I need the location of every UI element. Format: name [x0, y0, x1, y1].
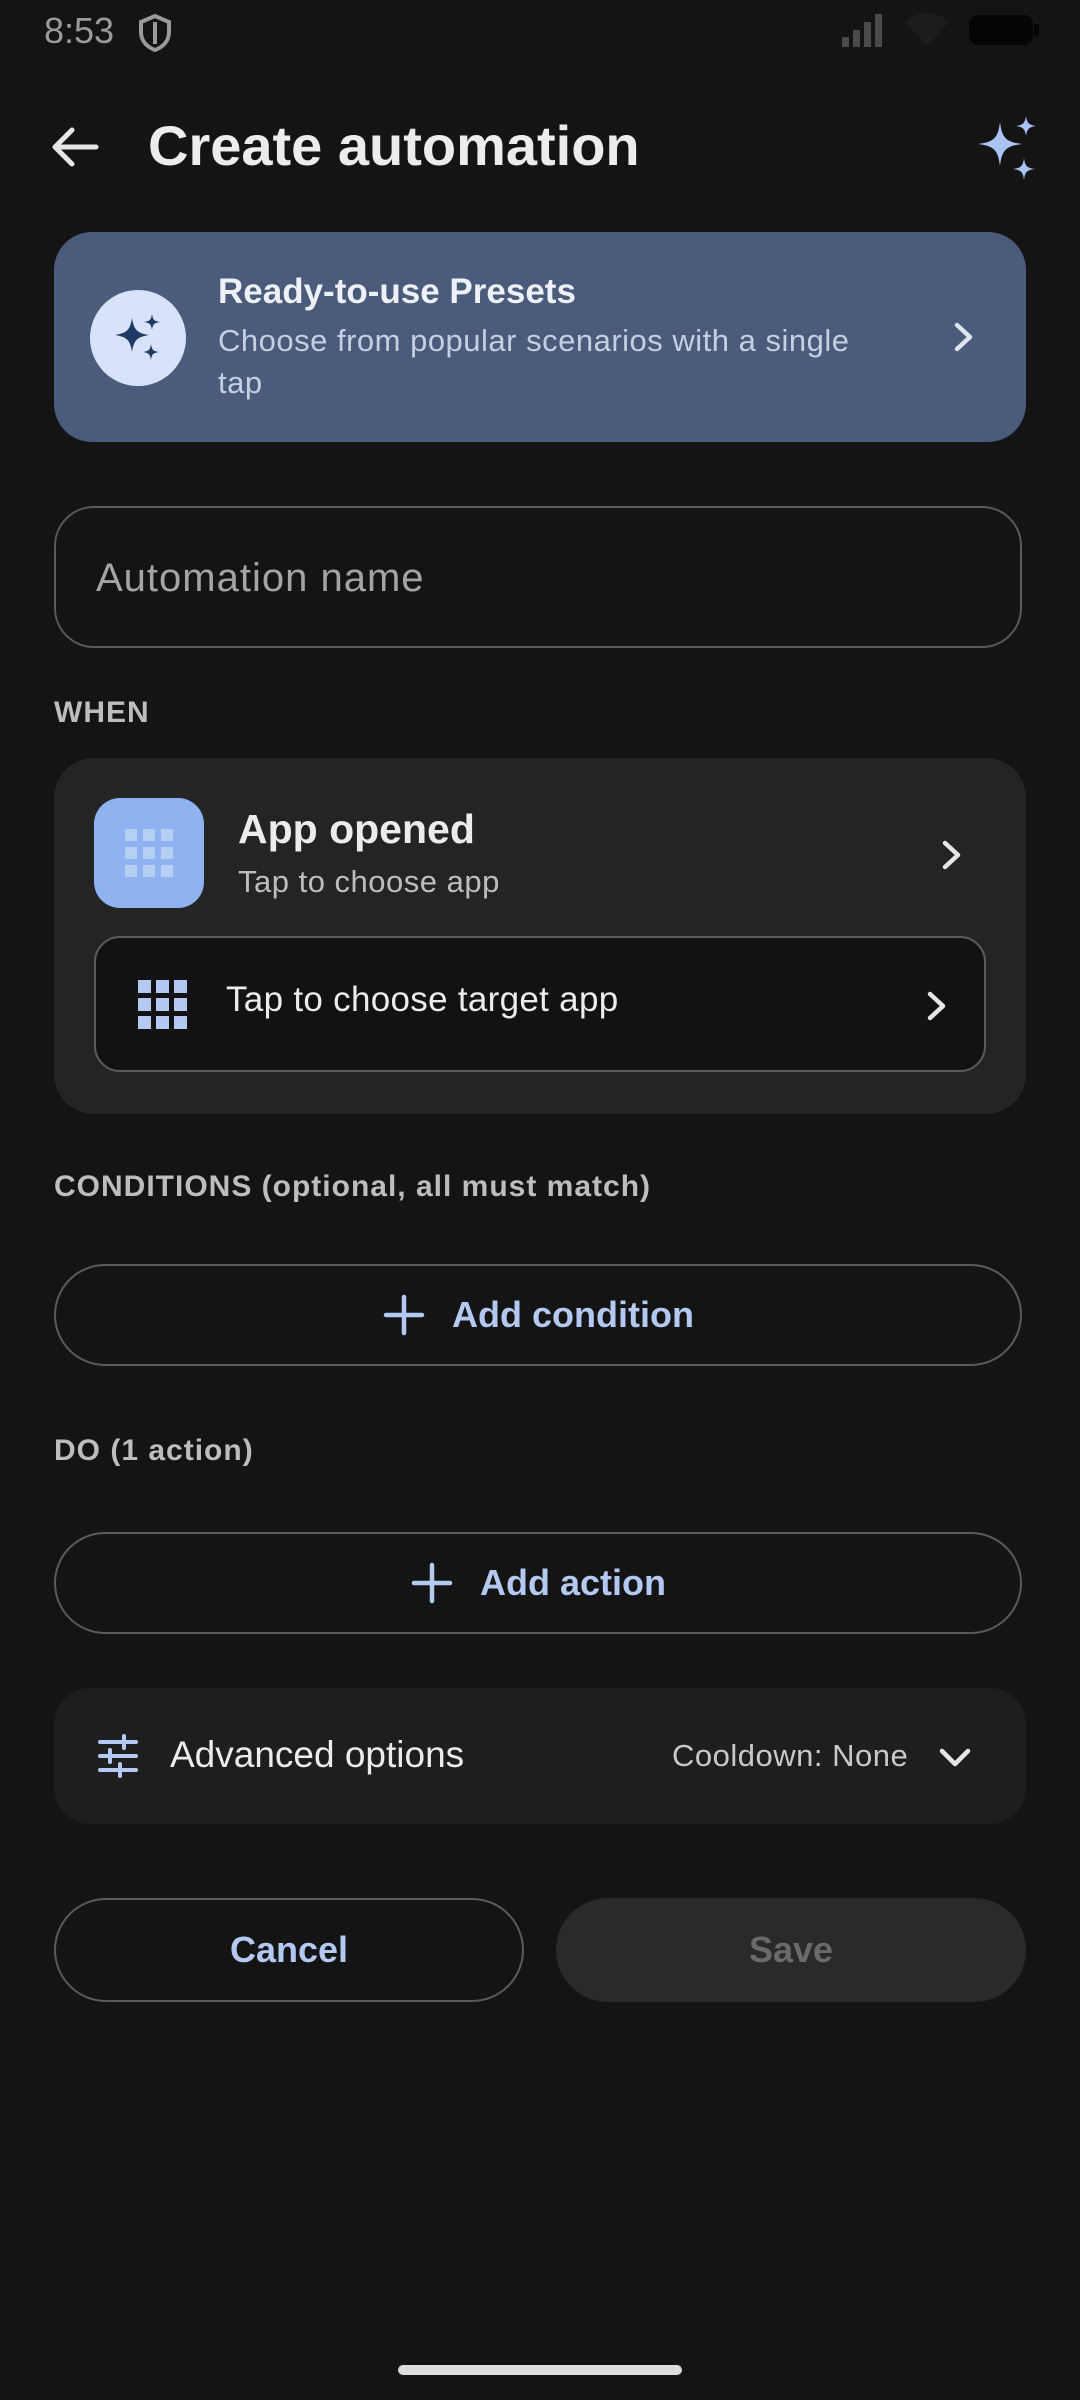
- sparkles-icon[interactable]: [972, 114, 1042, 184]
- when-section-label: WHEN: [54, 696, 150, 729]
- shield-icon: [139, 14, 171, 52]
- save-button[interactable]: Save: [556, 1898, 1026, 2002]
- status-icons: [840, 12, 1040, 48]
- tune-icon: [98, 1734, 138, 1778]
- chevron-right-icon: [942, 840, 961, 870]
- advanced-options-label: Advanced options: [170, 1734, 465, 1775]
- chevron-right-icon: [927, 991, 946, 1021]
- trigger-icon-container: [94, 798, 204, 908]
- wifi-icon: [905, 13, 949, 46]
- cancel-button[interactable]: Cancel: [54, 1898, 524, 2002]
- home-indicator[interactable]: [398, 2365, 682, 2375]
- presets-title: Ready-to-use Presets: [218, 272, 576, 311]
- automation-name-field[interactable]: [54, 506, 1022, 648]
- cooldown-value: Cooldown: None: [672, 1738, 909, 1773]
- sparkles-icon: [115, 314, 160, 360]
- chevron-down-icon: [939, 1748, 971, 1767]
- advanced-options-row[interactable]: Advanced options Cooldown: None: [54, 1688, 1026, 1824]
- automation-name-input[interactable]: [94, 508, 978, 648]
- battery-icon: [969, 15, 1039, 45]
- presets-card[interactable]: Ready-to-use Presets Choose from popular…: [54, 232, 1026, 442]
- trigger-card[interactable]: App opened Tap to choose app Tap to choo…: [54, 758, 1026, 1114]
- actions-section-label: DO (1 action): [54, 1434, 254, 1467]
- signal-icon: [842, 14, 882, 47]
- plus-icon: [411, 1562, 453, 1604]
- presets-icon-container: [90, 290, 186, 386]
- add-action-button[interactable]: Add action: [54, 1532, 1022, 1634]
- trigger-title: App opened: [238, 806, 475, 852]
- status-time: 8:53: [44, 10, 115, 51]
- app-grid-icon: [125, 829, 173, 877]
- add-condition-label: Add condition: [452, 1294, 694, 1335]
- app-grid-icon: [138, 980, 187, 1029]
- add-condition-button[interactable]: Add condition: [54, 1264, 1022, 1366]
- back-arrow-icon[interactable]: [46, 118, 104, 176]
- choose-target-app-button[interactable]: Tap to choose target app: [94, 936, 986, 1072]
- page-title: Create automation: [148, 114, 640, 177]
- add-action-label: Add action: [480, 1562, 666, 1603]
- presets-subtitle: Choose from popular scenarios with a sin…: [218, 323, 850, 400]
- trigger-subtitle: Tap to choose app: [238, 864, 500, 899]
- choose-target-app-label: Tap to choose target app: [226, 980, 619, 1019]
- chevron-right-icon: [954, 322, 973, 352]
- conditions-section-label: CONDITIONS (optional, all must match): [54, 1170, 652, 1203]
- plus-icon: [383, 1294, 425, 1336]
